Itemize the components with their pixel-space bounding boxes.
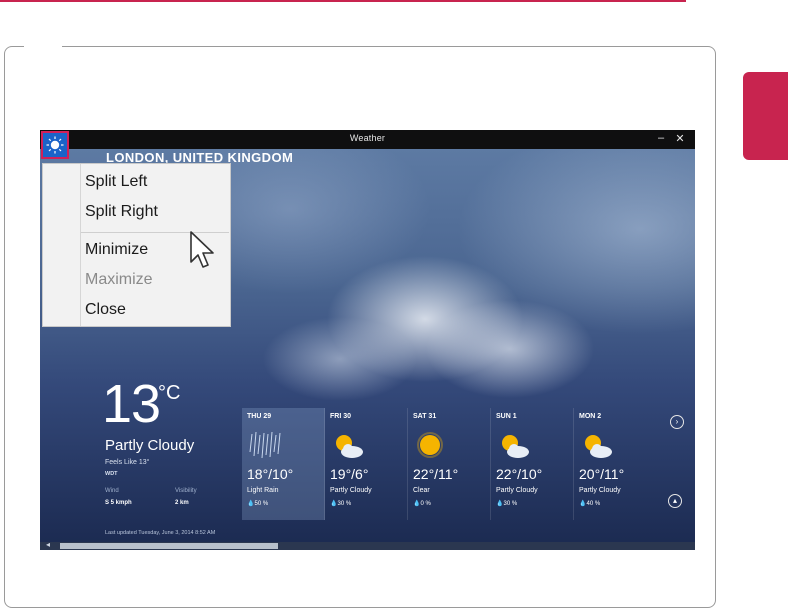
partly-cloudy-icon bbox=[502, 435, 529, 458]
forecast-day[interactable]: SUN 1 22°/10° Partly Cloudy 💧​30 % bbox=[491, 408, 574, 520]
forecast-temperature: 22°/11° bbox=[413, 466, 459, 482]
forecast-precipitation: 💧​0 % bbox=[413, 501, 431, 507]
forecast-day-name: MON 2 bbox=[579, 413, 602, 420]
chapter-tab bbox=[743, 72, 788, 160]
forecast-day-name: THU 29 bbox=[247, 413, 272, 420]
daily-forecast: THU 29 18°/10° Light Rain 💧​50 % FRI 30 … bbox=[242, 408, 657, 520]
forecast-condition: Clear bbox=[413, 487, 430, 494]
forecast-precipitation: 💧​30 % bbox=[330, 501, 352, 507]
weather-app-window: Weather – ✕ LONDON, UNITED KINGDOM Split… bbox=[40, 130, 695, 550]
sun-icon bbox=[46, 136, 64, 154]
close-icon[interactable]: ✕ bbox=[673, 131, 687, 147]
forecast-day[interactable]: SAT 31 22°/11° Clear 💧​0 % bbox=[408, 408, 491, 520]
wind-label: Wind bbox=[105, 488, 119, 494]
horizontal-scrollbar[interactable]: ◂ bbox=[40, 540, 695, 550]
forecast-day-name: SAT 31 bbox=[413, 413, 437, 420]
last-updated: Last updated Tuesday, June 3, 2014 8:52 … bbox=[105, 530, 216, 536]
mouse-cursor-icon bbox=[190, 231, 214, 268]
forecast-condition: Partly Cloudy bbox=[496, 487, 538, 494]
current-condition: Partly Cloudy bbox=[105, 437, 195, 454]
sun-icon bbox=[417, 432, 443, 458]
forecast-day[interactable]: MON 2 20°/11° Partly Cloudy 💧​40 % bbox=[574, 408, 656, 520]
rain-icon bbox=[249, 432, 281, 459]
current-temperature: 13 bbox=[102, 374, 161, 434]
menu-item-minimize[interactable]: Minimize bbox=[85, 237, 148, 263]
system-menu: Split Left Split Right Minimize Maximize… bbox=[42, 163, 231, 327]
forecast-condition: Partly Cloudy bbox=[330, 487, 372, 494]
arrow-up-circle-icon[interactable]: ▴ bbox=[668, 494, 682, 508]
partly-cloudy-icon bbox=[336, 435, 363, 458]
forecast-temperature: 18°/10° bbox=[247, 466, 294, 482]
arrow-right-circle-icon[interactable]: › bbox=[670, 415, 684, 429]
forecast-day[interactable]: THU 29 18°/10° Light Rain 💧​50 % bbox=[242, 408, 325, 520]
feels-like: Feels Like 13° bbox=[105, 459, 150, 466]
visibility-label: Visibility bbox=[175, 488, 197, 494]
title-bar[interactable]: Weather – ✕ bbox=[40, 130, 695, 149]
menu-item-split-right[interactable]: Split Right bbox=[85, 199, 158, 225]
forecast-day-name: SUN 1 bbox=[496, 413, 517, 420]
forecast-temperature: 22°/10° bbox=[496, 466, 543, 482]
forecast-precipitation: 💧​40 % bbox=[579, 501, 601, 507]
forecast-precipitation: 💧​30 % bbox=[496, 501, 518, 507]
forecast-temperature: 20°/11° bbox=[579, 466, 625, 482]
forecast-day-name: FRI 30 bbox=[330, 413, 352, 420]
menu-item-split-left[interactable]: Split Left bbox=[85, 169, 147, 195]
weather-station: WDT bbox=[105, 471, 118, 477]
scroll-left-icon[interactable]: ◂ bbox=[46, 540, 50, 549]
minimize-icon[interactable]: – bbox=[654, 130, 668, 146]
menu-item-maximize: Maximize bbox=[85, 271, 153, 288]
forecast-day[interactable]: FRI 30 19°/6° Partly Cloudy 💧​30 % bbox=[325, 408, 408, 520]
partly-cloudy-icon bbox=[585, 435, 612, 458]
temperature-unit[interactable]: °C bbox=[158, 382, 180, 405]
forecast-precipitation: 💧​50 % bbox=[247, 501, 269, 507]
window-title: Weather bbox=[349, 133, 386, 143]
top-rule bbox=[0, 0, 686, 2]
forecast-condition: Partly Cloudy bbox=[579, 487, 621, 494]
wind-value: S 5 kmph bbox=[105, 500, 132, 506]
scroll-thumb[interactable] bbox=[60, 543, 278, 549]
forecast-condition: Light Rain bbox=[247, 487, 279, 494]
visibility-value: 2 km bbox=[175, 500, 189, 506]
forecast-temperature: 19°/6° bbox=[330, 466, 369, 482]
frame-notch bbox=[24, 44, 62, 49]
menu-item-close[interactable]: Close bbox=[85, 297, 126, 323]
menu-gutter bbox=[80, 164, 81, 326]
app-menu-button[interactable] bbox=[41, 131, 69, 159]
